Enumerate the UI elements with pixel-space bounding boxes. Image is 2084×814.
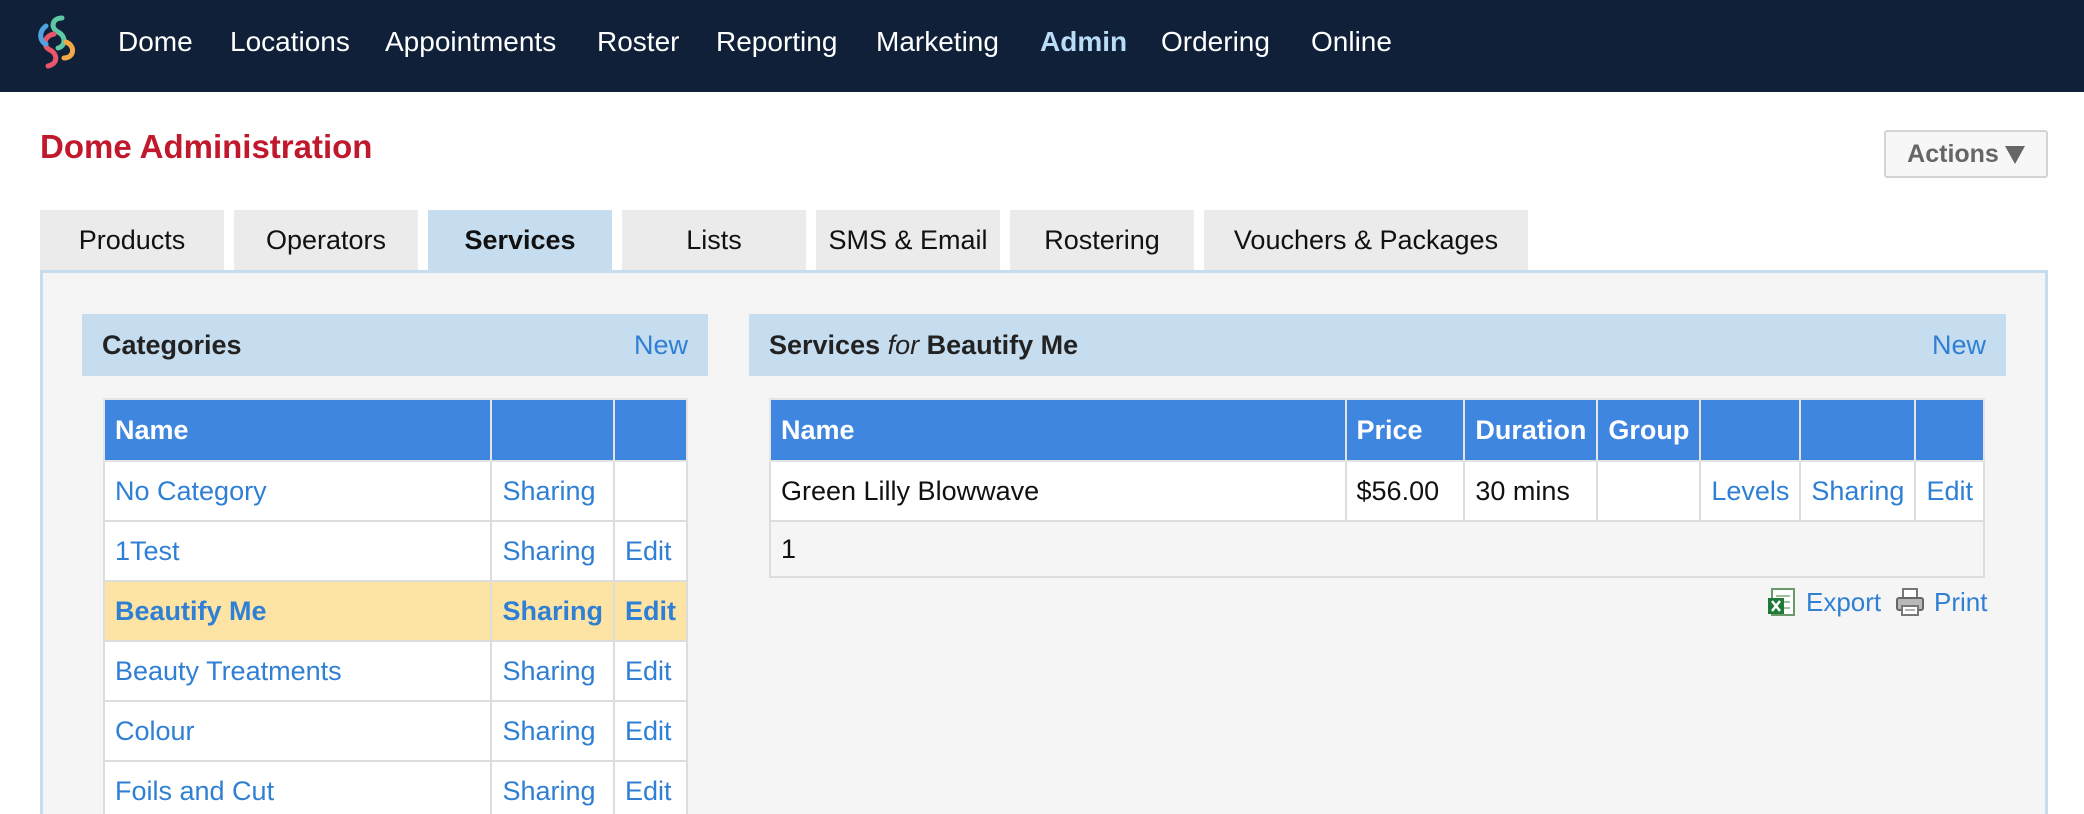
tab-operators[interactable]: Operators: [234, 210, 418, 270]
category-name-link[interactable]: No Category: [102, 460, 493, 522]
sharing-link[interactable]: Sharing: [1799, 460, 1917, 522]
service-duration: 30 mins: [1463, 460, 1599, 522]
service-group: [1596, 460, 1702, 522]
column-header-edit: [1914, 398, 1985, 462]
edit-link: [613, 460, 688, 522]
column-header-edit: [613, 398, 688, 462]
service-name: Green Lilly Blowwave: [769, 460, 1347, 522]
app-logo-icon[interactable]: [32, 12, 84, 74]
page-title: Dome Administration: [40, 128, 373, 165]
edit-link[interactable]: Edit: [613, 520, 688, 582]
export-link[interactable]: Export: [1766, 586, 1881, 618]
edit-link[interactable]: Edit: [613, 760, 688, 814]
edit-link[interactable]: Edit: [613, 700, 688, 762]
print-link[interactable]: Print: [1894, 586, 1987, 618]
nav-locations[interactable]: Locations: [230, 26, 350, 58]
categories-header-row: Name: [102, 398, 688, 462]
dropdown-triangle-icon: [2004, 146, 2025, 164]
categories-panel-header: Categories New: [82, 314, 708, 376]
top-navigation-bar: Dome Locations Appointments Roster Repor…: [0, 0, 2084, 92]
table-row[interactable]: Green Lilly Blowwave $56.00 30 mins Leve…: [769, 460, 1985, 522]
new-service-link[interactable]: New: [1932, 330, 1986, 361]
category-name-link[interactable]: Colour: [102, 700, 493, 762]
services-header-row: Name Price Duration Group: [769, 398, 1985, 462]
table-row[interactable]: No Category Sharing: [102, 460, 688, 522]
service-price: $56.00: [1344, 460, 1466, 522]
sharing-link[interactable]: Sharing: [490, 460, 615, 522]
printer-icon: [1896, 588, 1924, 616]
tab-vouchers-packages[interactable]: Vouchers & Packages: [1204, 210, 1528, 270]
nav-marketing[interactable]: Marketing: [876, 26, 999, 58]
table-row-selected[interactable]: Beautify Me Sharing Edit: [102, 580, 688, 642]
services-panel-header: Services for Beautify Me New: [749, 314, 2006, 376]
column-header-name[interactable]: Name: [102, 398, 493, 462]
services-title-for: for: [887, 329, 920, 360]
table-row[interactable]: Foils and Cut Sharing Edit: [102, 760, 688, 814]
table-row[interactable]: Colour Sharing Edit: [102, 700, 688, 762]
edit-link[interactable]: Edit: [613, 580, 688, 642]
edit-link[interactable]: Edit: [613, 640, 688, 702]
category-name-link[interactable]: 1Test: [102, 520, 493, 582]
nav-admin[interactable]: Admin: [1040, 26, 1127, 58]
categories-table: Name No Category Sharing 1Test Sharing E…: [102, 398, 688, 814]
tab-rostering[interactable]: Rostering: [1010, 210, 1194, 270]
levels-link[interactable]: Levels: [1699, 460, 1802, 522]
tab-services[interactable]: Services: [428, 210, 612, 270]
sharing-link[interactable]: Sharing: [490, 580, 615, 642]
services-table: Name Price Duration Group Green Lilly Bl…: [769, 398, 1985, 578]
column-header-name[interactable]: Name: [769, 398, 1347, 462]
services-title-prefix: Services: [769, 329, 881, 360]
services-title: Services for Beautify Me: [769, 330, 1078, 361]
print-label: Print: [1934, 586, 1988, 617]
sharing-link[interactable]: Sharing: [490, 760, 615, 814]
table-row[interactable]: 1Test Sharing Edit: [102, 520, 688, 582]
edit-link[interactable]: Edit: [1914, 460, 1985, 522]
table-row[interactable]: Beauty Treatments Sharing Edit: [102, 640, 688, 702]
column-header-group[interactable]: Group: [1596, 398, 1702, 462]
nav-appointments[interactable]: Appointments: [385, 26, 556, 58]
services-title-category: Beautify Me: [926, 329, 1079, 360]
nav-dome[interactable]: Dome: [118, 26, 193, 58]
export-label: Export: [1806, 586, 1882, 617]
tab-lists[interactable]: Lists: [622, 210, 806, 270]
tab-sms-email[interactable]: SMS & Email: [816, 210, 1000, 270]
column-header-sharing: [490, 398, 615, 462]
pager-row: 1: [769, 520, 1985, 578]
nav-roster[interactable]: Roster: [597, 26, 679, 58]
nav-ordering[interactable]: Ordering: [1161, 26, 1270, 58]
category-name-link[interactable]: Beautify Me: [102, 580, 493, 642]
new-category-link[interactable]: New: [634, 330, 688, 361]
actions-label: Actions: [1907, 139, 1999, 168]
nav-reporting[interactable]: Reporting: [716, 26, 837, 58]
column-header-levels: [1699, 398, 1802, 462]
column-header-price[interactable]: Price: [1344, 398, 1466, 462]
categories-title: Categories: [102, 329, 242, 360]
category-name-link[interactable]: Foils and Cut: [102, 760, 493, 814]
excel-export-icon: [1768, 588, 1795, 616]
category-name-link[interactable]: Beauty Treatments: [102, 640, 493, 702]
sharing-link[interactable]: Sharing: [490, 520, 615, 582]
tab-products[interactable]: Products: [40, 210, 224, 270]
actions-dropdown-button[interactable]: Actions: [1884, 130, 2048, 178]
sharing-link[interactable]: Sharing: [490, 640, 615, 702]
nav-online[interactable]: Online: [1311, 26, 1392, 58]
column-header-sharing: [1799, 398, 1917, 462]
column-header-duration[interactable]: Duration: [1463, 398, 1599, 462]
sharing-link[interactable]: Sharing: [490, 700, 615, 762]
pager-page-number[interactable]: 1: [769, 520, 1985, 578]
